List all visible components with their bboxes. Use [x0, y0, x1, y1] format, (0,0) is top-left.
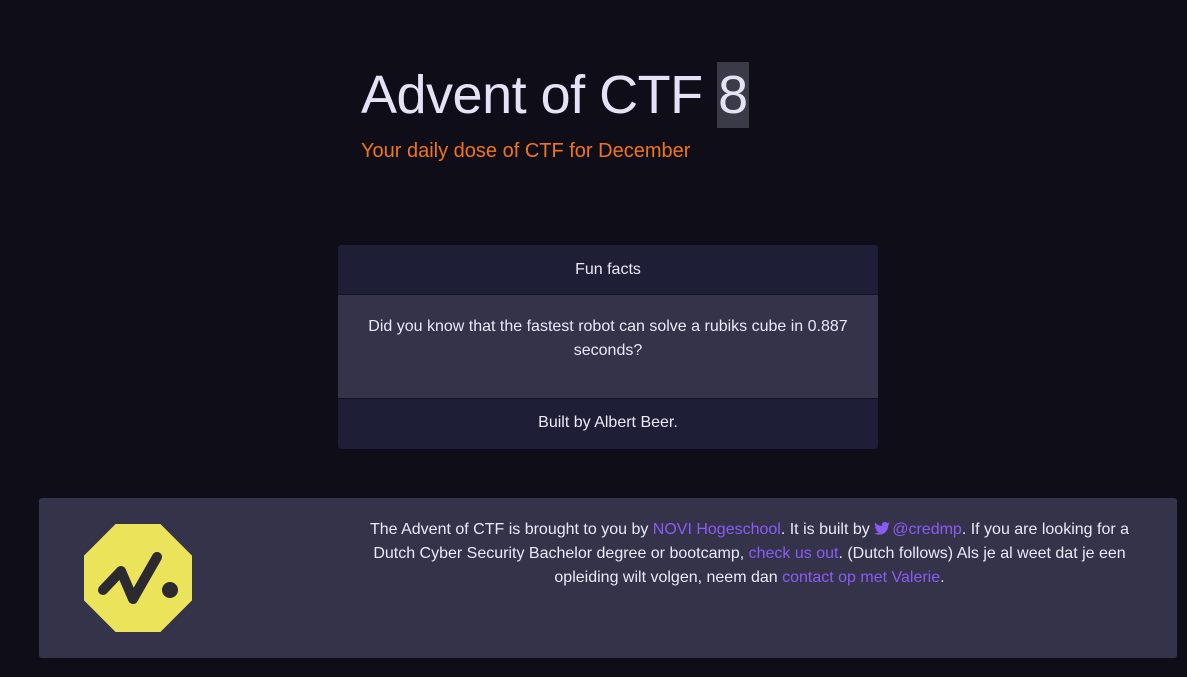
- footer-text: The Advent of CTF is brought to you by N…: [352, 518, 1147, 590]
- title-text: Advent of CTF: [361, 65, 703, 125]
- site-footer: The Advent of CTF is brought to you by N…: [39, 498, 1177, 658]
- day-number: 8: [717, 62, 749, 128]
- page-title: Advent of CTF 8: [361, 60, 749, 130]
- novi-logo-icon: [84, 524, 192, 632]
- twitter-icon: [874, 522, 891, 535]
- twitter-link[interactable]: @credmp: [874, 521, 962, 538]
- page: Advent of CTF 8 Your daily dose of CTF f…: [0, 0, 1187, 677]
- card-header: Fun facts: [338, 245, 878, 295]
- novi-hogeschool-link[interactable]: NOVI Hogeschool: [653, 521, 781, 538]
- twitter-handle: @credmp: [892, 521, 962, 538]
- card-footer: Built by Albert Beer.: [338, 398, 878, 449]
- contact-valerie-link[interactable]: contact op met Valerie: [782, 569, 940, 586]
- footer-text-part: .: [940, 569, 945, 586]
- fun-facts-card: Fun facts Did you know that the fastest …: [338, 245, 878, 449]
- check-us-out-link[interactable]: check us out: [749, 545, 839, 562]
- page-subtitle: Your daily dose of CTF for December: [361, 140, 691, 162]
- footer-text-part: The Advent of CTF is brought to you by: [369, 521, 653, 538]
- footer-text-part: . It is built by: [780, 521, 875, 538]
- card-body: Did you know that the fastest robot can …: [338, 295, 878, 398]
